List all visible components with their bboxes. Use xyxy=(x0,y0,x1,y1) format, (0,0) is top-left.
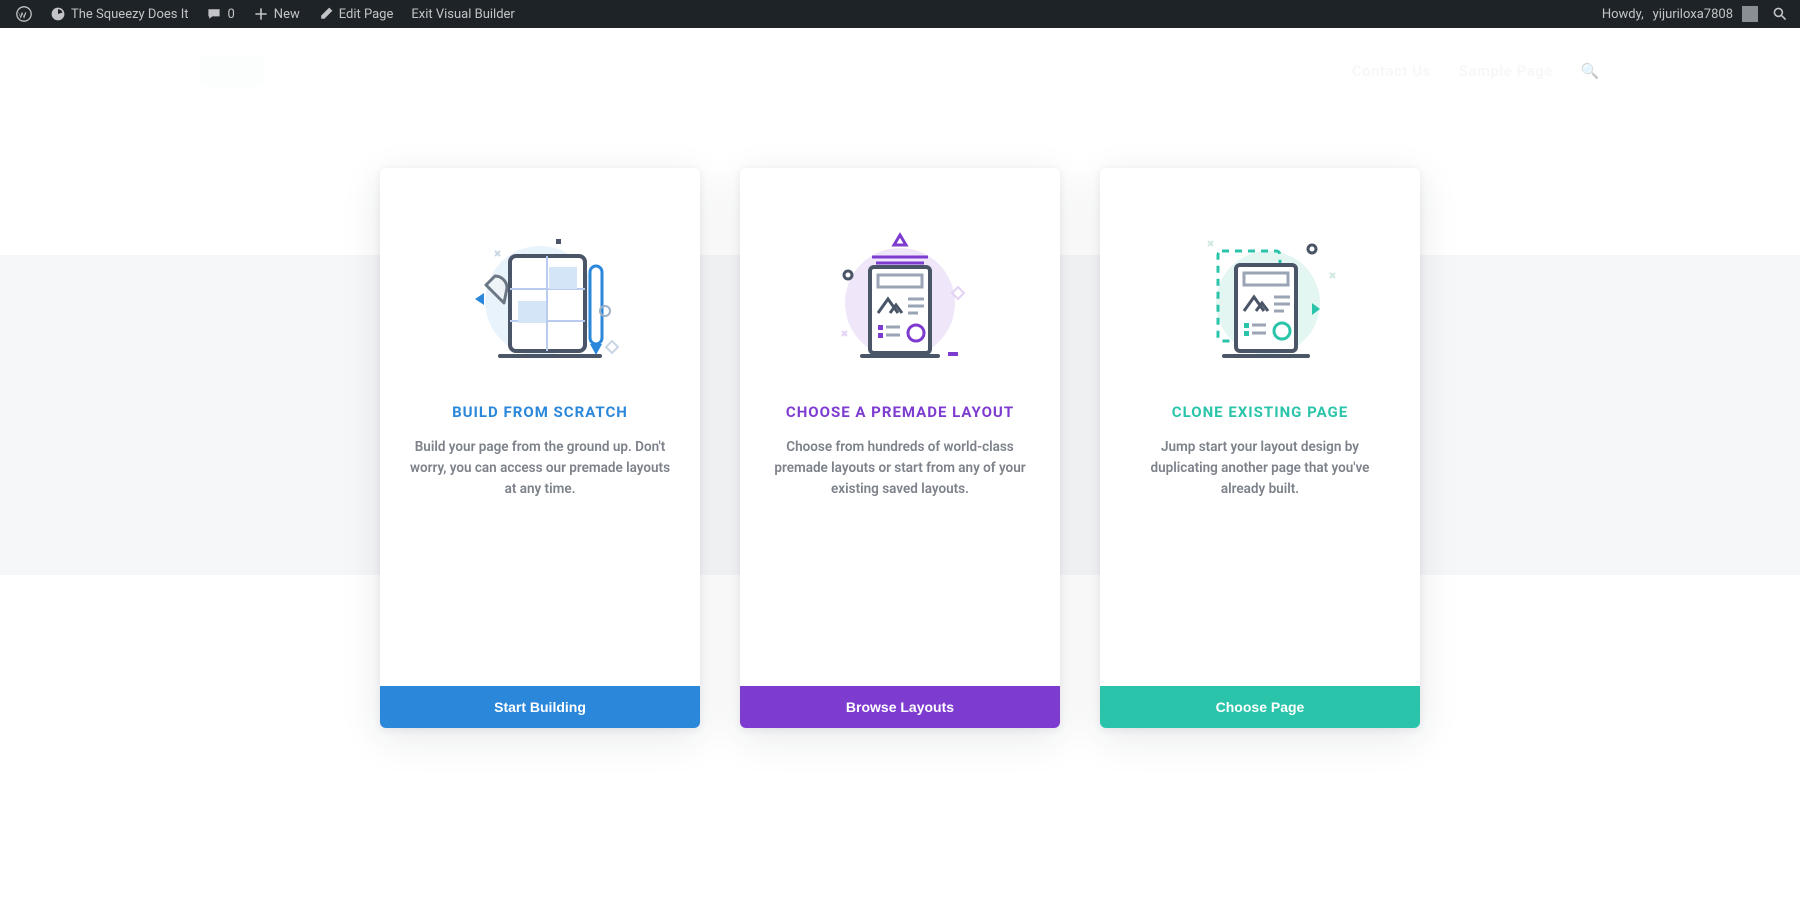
my-account-menu[interactable]: Howdy, yijuriloxa7808 xyxy=(1594,0,1766,28)
card-description: Jump start your layout design by duplica… xyxy=(1100,437,1420,500)
admin-bar-right: Howdy, yijuriloxa7808 xyxy=(1594,0,1792,28)
card-clone-page: CLONE EXISTING PAGE Jump start your layo… xyxy=(1100,168,1420,728)
illustration-build xyxy=(380,168,700,403)
card-premade-layout: CHOOSE A PREMADE LAYOUT Choose from hund… xyxy=(740,168,1060,728)
comments-menu[interactable]: 0 xyxy=(198,0,242,28)
search-toggle[interactable] xyxy=(1768,0,1792,28)
site-name-menu[interactable]: The Squeezy Does It xyxy=(42,0,196,28)
howdy-prefix: Howdy, xyxy=(1602,7,1644,22)
card-build-from-scratch: BUILD FROM SCRATCH Build your page from … xyxy=(380,168,700,728)
choose-page-button[interactable]: Choose Page xyxy=(1100,686,1420,728)
option-cards-row: BUILD FROM SCRATCH Build your page from … xyxy=(380,168,1420,728)
exit-builder-label: Exit Visual Builder xyxy=(411,7,514,22)
card-description: Build your page from the ground up. Don'… xyxy=(380,437,700,500)
avatar xyxy=(1742,6,1758,22)
comments-count: 0 xyxy=(227,7,234,22)
new-content-menu[interactable]: New xyxy=(245,0,308,28)
edit-page-link[interactable]: Edit Page xyxy=(310,0,402,28)
new-label: New xyxy=(274,7,300,22)
builder-start-modal: BUILD FROM SCRATCH Build your page from … xyxy=(0,28,1800,900)
browse-layouts-button[interactable]: Browse Layouts xyxy=(740,686,1060,728)
wordpress-icon xyxy=(16,6,32,22)
premade-illustration-icon xyxy=(800,221,1000,381)
admin-bar-left: The Squeezy Does It 0 New Edit Page Exit… xyxy=(8,0,523,28)
comment-icon xyxy=(206,6,222,22)
illustration-clone xyxy=(1100,168,1420,403)
clone-illustration-icon xyxy=(1160,221,1360,381)
spacer xyxy=(380,500,700,686)
wp-admin-bar: The Squeezy Does It 0 New Edit Page Exit… xyxy=(0,0,1800,28)
illustration-premade xyxy=(740,168,1060,403)
site-title: The Squeezy Does It xyxy=(71,7,188,22)
wp-logo-menu[interactable] xyxy=(8,0,40,28)
plus-icon xyxy=(253,6,269,22)
edit-page-label: Edit Page xyxy=(339,7,394,22)
card-description: Choose from hundreds of world-class prem… xyxy=(740,437,1060,500)
scratch-illustration-icon xyxy=(440,221,640,381)
exit-visual-builder-link[interactable]: Exit Visual Builder xyxy=(403,0,522,28)
card-title: CLONE EXISTING PAGE xyxy=(1100,403,1420,437)
card-title: CHOOSE A PREMADE LAYOUT xyxy=(740,403,1060,437)
start-building-button[interactable]: Start Building xyxy=(380,686,700,728)
spacer xyxy=(1100,500,1420,686)
pencil-icon xyxy=(318,6,334,22)
search-icon xyxy=(1772,6,1788,22)
username: yijuriloxa7808 xyxy=(1653,7,1733,22)
dashboard-icon xyxy=(50,6,66,22)
spacer xyxy=(740,500,1060,686)
card-title: BUILD FROM SCRATCH xyxy=(380,403,700,437)
